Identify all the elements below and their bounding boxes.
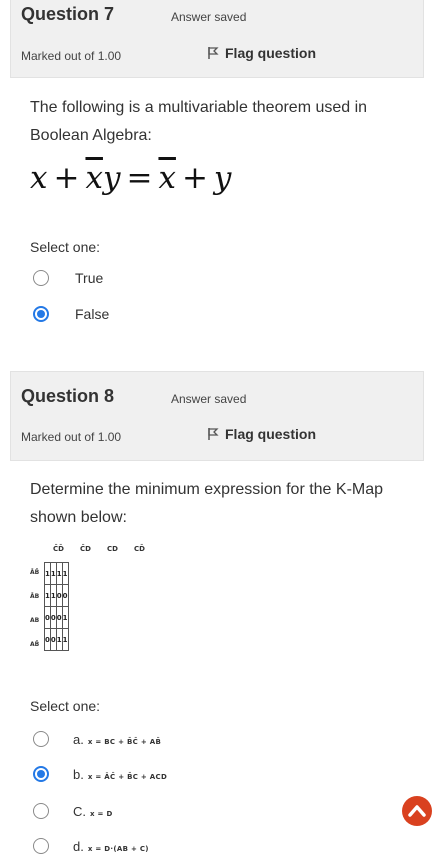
kmap-column-header: C̄D [80, 545, 91, 553]
kmap-row: 1 1 0 0 [44, 584, 69, 607]
radio-button[interactable] [33, 270, 49, 286]
radio-button[interactable] [33, 803, 49, 819]
option-expression: x = D·(AB + C) [87, 844, 149, 853]
formula-term: x [30, 160, 48, 196]
formula-term: x [85, 160, 103, 196]
option-label: True [75, 270, 104, 286]
option-label: b. x = ĀC̄ + B̄C + ACD [73, 767, 167, 782]
option-label: False [75, 306, 110, 322]
formula-term: y [213, 160, 232, 196]
answer-state: Answer saved [171, 10, 247, 24]
kmap-row: 0 0 1 1 [44, 628, 69, 651]
kmap-row-header: ĀB [30, 593, 40, 600]
kmap-cell: 0 [61, 584, 69, 607]
option-prefix: d. [73, 838, 84, 854]
radio-button-selected[interactable] [33, 306, 49, 322]
question-grade: Marked out of 1.00 [21, 49, 122, 63]
radio-button[interactable] [33, 731, 49, 747]
option-a[interactable]: a. x = BC + B̄C̄ + AB̄ [33, 731, 161, 747]
formula-operator: + [181, 160, 208, 196]
option-b[interactable]: b. x = ĀC̄ + B̄C + ACD [33, 766, 167, 782]
chevron-up-icon [408, 805, 426, 817]
option-prefix: C. [73, 803, 86, 819]
kmap-column-header: CD̄ [134, 545, 145, 553]
kmap-row-header: ĀB̄ [30, 569, 40, 576]
radio-button[interactable] [33, 838, 49, 854]
option-true[interactable]: True [33, 270, 103, 286]
question-text: Determine the minimum expression for the… [30, 481, 384, 526]
kmap-row-header: AB [30, 617, 40, 624]
option-prefix: a. [73, 731, 84, 747]
option-false[interactable]: False [33, 306, 109, 322]
select-one-label: Select one: [30, 239, 101, 255]
kmap-column-header: C̄D̄ [53, 545, 64, 553]
kmap-row: 0 0 0 1 [44, 606, 69, 629]
question-title: Question 7 [21, 4, 115, 24]
kmap-cell: 1 [61, 628, 69, 651]
question-title: Question 8 [21, 386, 115, 406]
option-label: a. x = BC + B̄C̄ + AB̄ [73, 732, 161, 747]
flag-icon [208, 47, 219, 59]
kmap-grid: 1 1 1 1 1 1 0 0 0 0 0 1 0 0 1 1 [44, 562, 69, 651]
formula-operator: + [53, 160, 80, 196]
flag-question-label: Flag question [225, 45, 316, 61]
radio-button-selected[interactable] [33, 766, 49, 782]
flag-question-link[interactable]: Flag question [207, 426, 316, 442]
option-label: d. x = D·(AB + C) [73, 839, 149, 854]
formula-term: x [158, 160, 176, 196]
scroll-top-button[interactable] [402, 796, 432, 826]
option-d[interactable]: d. x = D·(AB + C) [33, 838, 149, 854]
option-expression: x = ĀC̄ + B̄C + ACD [87, 772, 168, 781]
kmap-row-header: AB̄ [30, 641, 40, 648]
kmap-cell: 1 [61, 562, 69, 585]
option-label: C. x = D [73, 804, 113, 819]
flag-question-link[interactable]: Flag question [207, 45, 316, 61]
kmap-row: 1 1 1 1 [44, 562, 69, 585]
option-c[interactable]: C. x = D [33, 803, 113, 819]
kmap-cell: 1 [61, 606, 69, 629]
formula-term: y [102, 160, 121, 196]
option-prefix: b. [73, 766, 84, 782]
answer-state: Answer saved [171, 392, 247, 406]
question-text: The following is a multivariable theorem… [30, 99, 368, 144]
question-8-header: Question 8 Answer saved Marked out of 1.… [10, 371, 424, 461]
option-expression: x = BC + B̄C̄ + AB̄ [87, 737, 162, 746]
theorem-formula: x + xy = x + y [30, 160, 231, 196]
question-7-header: Question 7 Answer saved Marked out of 1.… [10, 0, 424, 78]
question-grade: Marked out of 1.00 [21, 430, 122, 444]
flag-question-label: Flag question [225, 426, 316, 442]
flag-icon [208, 428, 219, 440]
option-expression: x = D [90, 809, 113, 818]
kmap-column-header: CD [107, 545, 118, 553]
select-one-label: Select one: [30, 698, 101, 714]
formula-operator: = [126, 160, 153, 196]
